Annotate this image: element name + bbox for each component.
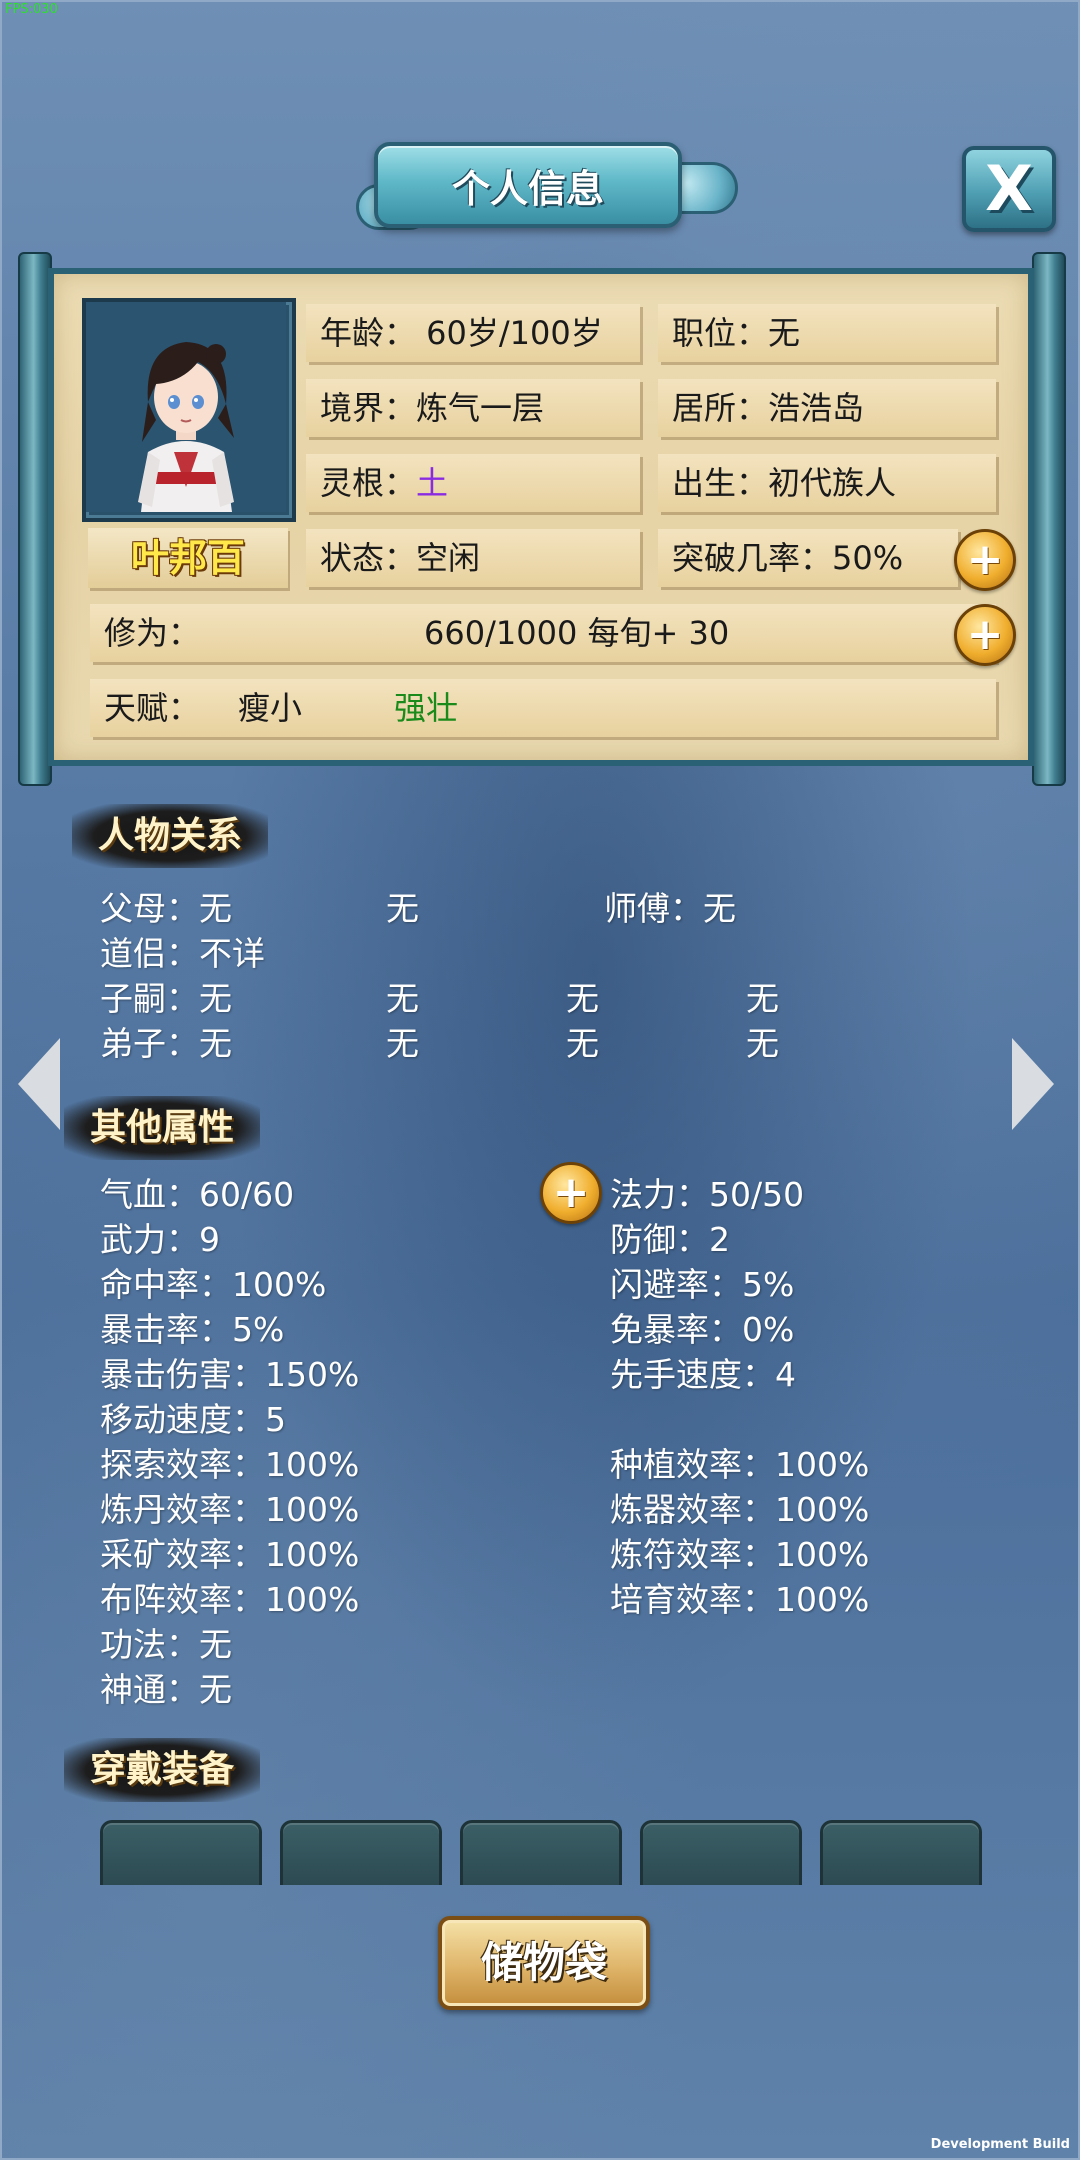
close-icon: X <box>985 152 1033 225</box>
spirit-root-label: 灵根： <box>320 464 417 502</box>
relation-cell: 无 <box>746 1024 779 1063</box>
storage-bag-button[interactable]: 储物袋 <box>438 1916 650 2010</box>
hp-plus-button[interactable]: + <box>540 1162 602 1224</box>
attribute-item: 神通：无 <box>100 1670 232 1709</box>
attribute-item: 暴击伤害：150% <box>100 1355 360 1394</box>
equipment-slot[interactable] <box>460 1820 622 1885</box>
relations-header: 人物关系 <box>72 804 269 868</box>
spirit-root-cell: 灵根：土 <box>306 454 640 512</box>
plus-icon: + <box>966 534 1004 585</box>
position-cell: 职位：无 <box>658 304 996 362</box>
attribute-item: 武力：9 <box>100 1220 220 1259</box>
relation-cell: 无 <box>746 979 779 1018</box>
equipment-slot[interactable] <box>640 1820 802 1885</box>
talent-item: 瘦小 <box>238 689 303 727</box>
relation-cell: 无 <box>386 1024 419 1063</box>
spirit-root-value: 土 <box>416 464 449 502</box>
attribute-item: 先手速度：4 <box>610 1355 796 1394</box>
relation-cell: 师傅：无 <box>604 889 736 928</box>
fps-counter: FPS:030 <box>5 2 58 17</box>
relation-row: 子嗣：无 <box>100 979 232 1018</box>
status-cell: 状态：空闲 <box>306 529 640 587</box>
attribute-item: 命中率：100% <box>100 1265 327 1304</box>
relation-cell: 无 <box>566 1024 599 1063</box>
breakthrough-cell: 突破几率：50% <box>658 529 958 587</box>
relation-cell: 无 <box>386 889 419 928</box>
cultivation-plus-button[interactable]: + <box>954 604 1016 666</box>
character-name: 叶邦百 <box>88 528 288 588</box>
attribute-item: 培育效率：100% <box>610 1580 870 1619</box>
chevron-left-icon[interactable] <box>18 1038 60 1130</box>
attributes-header: 其他属性 <box>64 1096 261 1160</box>
relation-row: 父母：无 <box>100 889 232 928</box>
cultivation-label: 修为： <box>104 614 201 652</box>
attribute-item: 采矿效率：100% <box>100 1535 360 1574</box>
attribute-item: 移动速度：5 <box>100 1400 286 1439</box>
attribute-item: 布阵效率：100% <box>100 1580 360 1619</box>
relation-row: 道侣：不详 <box>100 934 265 973</box>
attribute-item: 功法：无 <box>100 1625 232 1664</box>
character-avatar <box>86 302 286 512</box>
attribute-item: 免暴率：0% <box>610 1310 795 1349</box>
attribute-item: 闪避率：5% <box>610 1265 795 1304</box>
relation-row: 弟子：无 <box>100 1024 232 1063</box>
title-plaque: 个人信息 <box>374 142 682 228</box>
cultivation-cell: 修为： 660/1000 每旬+ 30 <box>90 604 996 662</box>
attribute-item: 气血：60/60 <box>100 1175 295 1214</box>
equipment-header: 穿戴装备 <box>64 1738 261 1802</box>
attribute-item: 法力：50/50 <box>610 1175 805 1214</box>
attribute-item: 炼器效率：100% <box>610 1490 870 1529</box>
talent-item: 强壮 <box>394 689 459 727</box>
plus-icon: + <box>966 609 1004 660</box>
residence-cell: 居所：浩浩岛 <box>658 379 996 437</box>
attribute-item: 防御：2 <box>610 1220 730 1259</box>
cultivation-value: 660/1000 每旬+ 30 <box>424 614 730 652</box>
equipment-slot[interactable] <box>100 1820 262 1885</box>
scroll-rod-right <box>1032 252 1066 786</box>
talent-label: 天赋： <box>104 689 201 727</box>
age-cell: 年龄： 60岁/100岁 <box>306 304 640 362</box>
plus-icon: + <box>552 1167 590 1218</box>
relation-cell: 无 <box>566 979 599 1018</box>
scroll-rod-left <box>18 252 52 786</box>
attribute-item: 炼丹效率：100% <box>100 1490 360 1529</box>
attribute-item: 种植效率：100% <box>610 1445 870 1484</box>
attribute-item: 炼符效率：100% <box>610 1535 870 1574</box>
dev-build-label: Development Build <box>930 2137 1070 2152</box>
chevron-right-icon[interactable] <box>1012 1038 1054 1130</box>
close-button[interactable]: X <box>962 146 1056 232</box>
equipment-slot[interactable] <box>820 1820 982 1885</box>
realm-cell: 境界：炼气一层 <box>306 379 640 437</box>
birth-cell: 出生：初代族人 <box>658 454 996 512</box>
breakthrough-plus-button[interactable]: + <box>954 529 1016 591</box>
equipment-slot[interactable] <box>280 1820 442 1885</box>
attribute-item: 暴击率：5% <box>100 1310 285 1349</box>
relation-cell: 无 <box>386 979 419 1018</box>
talent-cell: 天赋： 瘦小 强壮 <box>90 679 996 737</box>
portrait-frame <box>82 298 296 522</box>
attribute-item: 探索效率：100% <box>100 1445 360 1484</box>
page-title: 个人信息 <box>451 167 604 211</box>
